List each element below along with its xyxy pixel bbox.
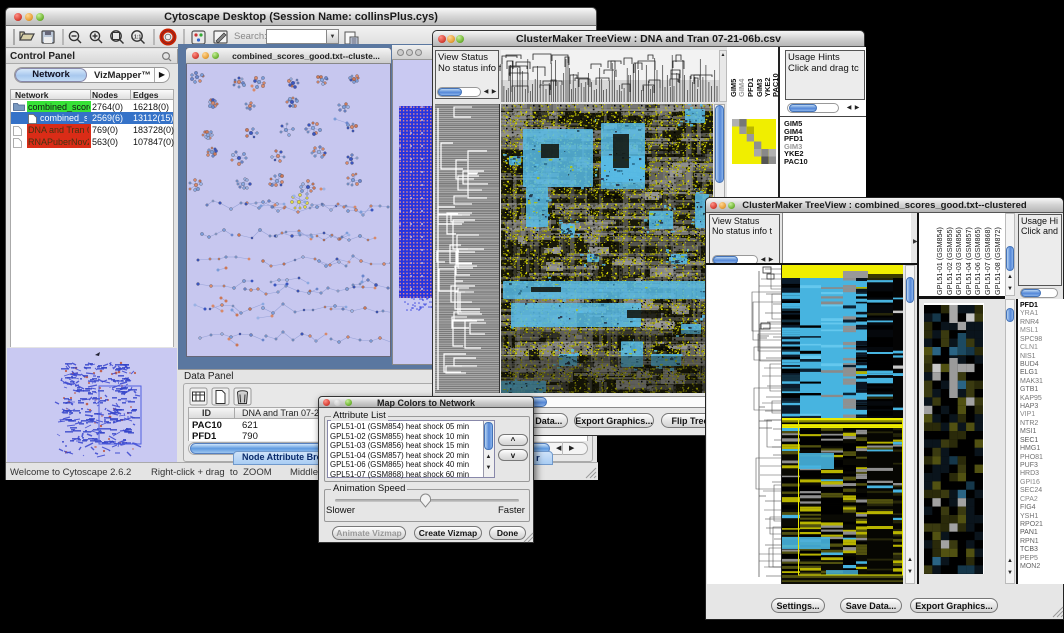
svg-text:1:1: 1:1 (134, 35, 141, 41)
